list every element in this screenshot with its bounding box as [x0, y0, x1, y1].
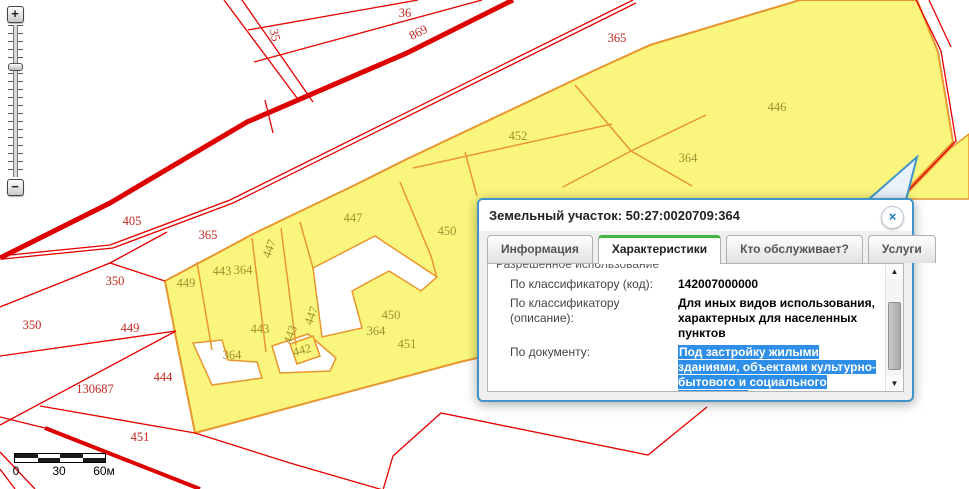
popup-tabs: Информация Характеристики Кто обслуживае… — [479, 231, 912, 263]
popup-header: Земельный участок: 50:27:0020709:364 — [479, 200, 912, 231]
attribute-value: 142007000000 — [678, 277, 879, 292]
attribute-value: Для иных видов использования, характерны… — [678, 296, 879, 341]
parcel-number-label: 449 — [177, 276, 196, 290]
parcel-number-label: 365 — [199, 228, 218, 242]
parcel-number-label: 130687 — [76, 382, 114, 396]
parcel-info-popup: Земельный участок: 50:27:0020709:364 × И… — [477, 198, 914, 402]
parcel-number-label: 364 — [234, 263, 254, 277]
parcel-number-label: 364 — [679, 151, 699, 165]
zoom-control: + − — [6, 6, 24, 196]
tab-services[interactable]: Услуги — [868, 235, 936, 263]
parcel-number-label: 450 — [438, 224, 457, 238]
content-scrollbar[interactable]: ▲ ▼ — [885, 264, 903, 391]
attribute-label: По классификатору (описание): — [510, 296, 678, 341]
attribute-label: По документу: — [510, 345, 678, 392]
scale-tick-0: 0 — [13, 464, 20, 478]
tab-information[interactable]: Информация — [487, 235, 593, 263]
attribute-row: По классификатору (описание): Для иных в… — [510, 296, 879, 341]
parcel-number-label: 451 — [131, 430, 150, 444]
scroll-up-arrow-icon[interactable]: ▲ — [886, 264, 903, 279]
parcel-number-label: 443 — [251, 322, 270, 336]
attribute-row: По классификатору (код): 142007000000 — [510, 277, 879, 292]
close-icon[interactable]: × — [881, 206, 904, 229]
parcel-number-label: 444 — [154, 370, 174, 384]
scale-tick-30: 30 — [52, 464, 65, 478]
parcel-number-label: 443 — [213, 264, 232, 278]
scale-tick-60: 60м — [93, 464, 115, 478]
parcel-number-label: 364 — [367, 324, 387, 338]
tab-characteristics[interactable]: Характеристики — [598, 235, 721, 264]
tab-who-services[interactable]: Кто обслуживает? — [726, 235, 863, 263]
zoom-slider-rail — [13, 25, 18, 177]
parcel-number-label: 447 — [344, 211, 363, 225]
popup-title: Земельный участок: 50:27:0020709:364 — [489, 208, 740, 223]
scrollbar-thumb[interactable] — [888, 302, 901, 370]
attribute-label: По классификатору (код): — [510, 277, 678, 292]
scale-bar-graphic — [14, 453, 106, 463]
parcel-number-label: 451 — [398, 337, 417, 351]
parcel-number-label: 450 — [382, 308, 401, 322]
cadastral-map-app: 3536869365405365350350449444130687451449… — [0, 0, 969, 489]
zoom-in-button[interactable]: + — [7, 6, 24, 23]
scale-bar: 0 30 60м — [14, 453, 106, 478]
tab-content: Разрешенное использование По классификат… — [487, 263, 904, 392]
parcel-number-label: 36 — [399, 6, 412, 20]
parcel-number-label: 350 — [106, 274, 125, 288]
parcel-number-label: 446 — [768, 100, 787, 114]
parcel-number-label: 350 — [23, 318, 42, 332]
zoom-slider-handle[interactable] — [8, 63, 23, 71]
parcel-number-label: 452 — [509, 129, 528, 143]
attribute-row: По документу: Под застройку жилыми здани… — [510, 345, 879, 392]
scroll-down-arrow-icon[interactable]: ▼ — [886, 376, 903, 391]
attribute-value-selected: Под застройку жилыми зданиями, объектами… — [678, 345, 879, 392]
zoom-slider-track[interactable] — [8, 25, 23, 177]
parcel-number-label: 449 — [121, 321, 140, 335]
parcel-number-label: 364 — [223, 348, 243, 362]
zoom-out-button[interactable]: − — [7, 179, 24, 196]
parcel-number-label: 365 — [608, 31, 627, 45]
selected-text: Под застройку жилыми зданиями, объектами… — [678, 345, 876, 392]
section-header: Разрешенное использование — [494, 263, 879, 275]
parcel-number-label: 405 — [123, 214, 142, 228]
